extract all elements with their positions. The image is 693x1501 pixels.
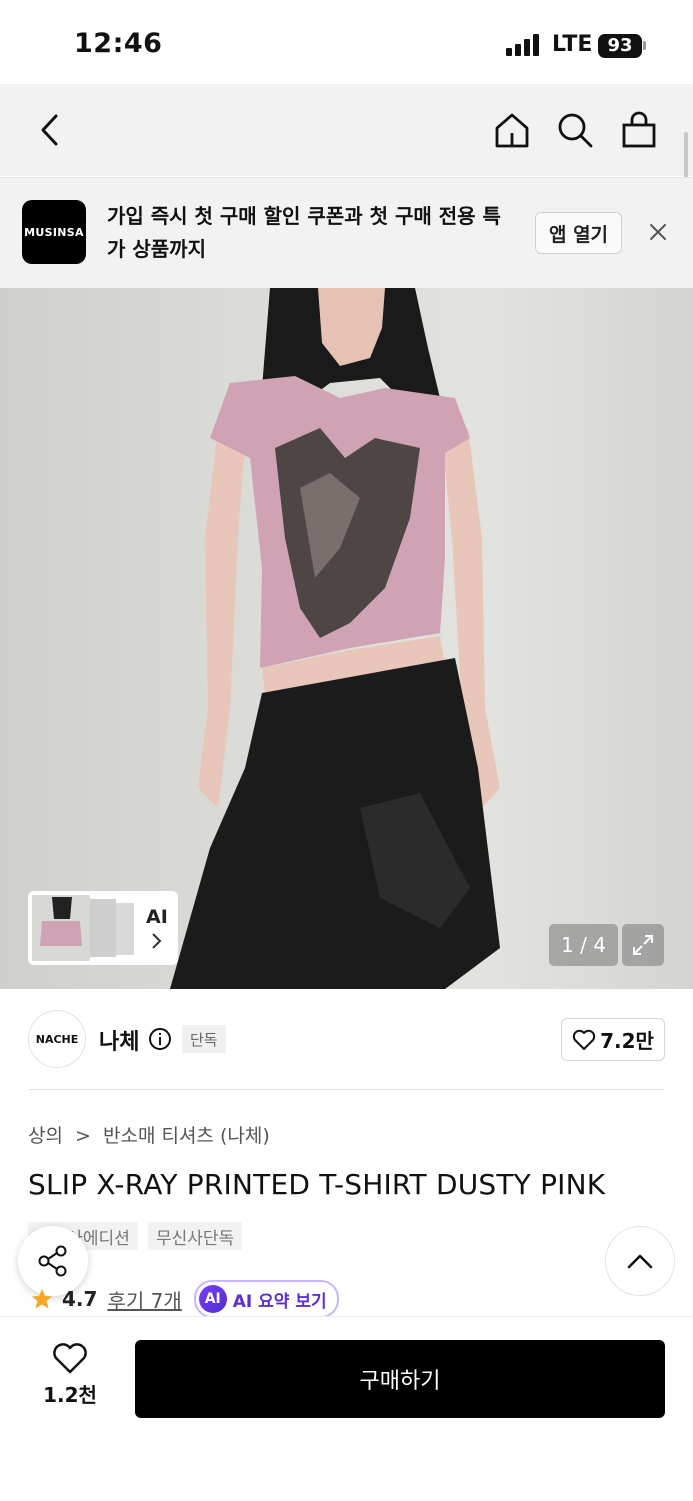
brand-like-count: 7.2만 <box>600 1029 654 1053</box>
breadcrumb-separator: > <box>75 1125 91 1147</box>
banner-close-button[interactable] <box>644 218 672 246</box>
open-app-button[interactable]: 앱 열기 <box>535 212 622 254</box>
shopping-bag-icon <box>622 111 656 148</box>
search-icon <box>558 113 593 148</box>
banner-message: 가입 즉시 첫 구매 할인 쿠폰과 첫 구매 전용 특가 상품까지 <box>107 204 501 261</box>
ai-summary-label: AI 요약 보기 <box>232 1291 327 1312</box>
exclusive-badge: 단독 <box>182 1025 226 1053</box>
expand-button[interactable] <box>622 924 664 966</box>
musinsa-logo: MUSINSA <box>22 200 86 264</box>
share-icon <box>38 1245 67 1277</box>
search-button[interactable] <box>553 108 597 152</box>
signal-icon <box>506 34 539 56</box>
wishlist-count: 1.2천 <box>43 1383 97 1407</box>
status-time: 12:46 <box>74 28 163 59</box>
ai-summary-button[interactable]: AI AI 요약 보기 <box>193 1280 339 1318</box>
ai-thumbnail-card[interactable] <box>28 891 178 965</box>
brand-name[interactable]: 나체 <box>99 1024 139 1056</box>
rating-value: 4.7 <box>62 1287 98 1311</box>
product-title: SLIP X-RAY PRINTED T-SHIRT DUSTY PINK <box>28 1168 606 1201</box>
thumbnail-ai-label: AI <box>146 906 168 928</box>
rating-row: 4.7 후기 7개 AI AI 요약 보기 <box>30 1280 339 1318</box>
tag-musinsa-exclusive: 무신사단독 <box>148 1222 243 1250</box>
info-icon[interactable] <box>148 1027 172 1051</box>
star-icon <box>32 1289 52 1309</box>
breadcrumb-subcategory[interactable]: 반소매 티셔츠 (나체) <box>103 1125 270 1147</box>
heart-icon <box>572 1029 596 1050</box>
divider <box>28 1089 664 1090</box>
expand-icon <box>633 935 653 955</box>
home-button[interactable] <box>490 108 534 152</box>
back-arrow-icon <box>41 114 58 146</box>
heart-outline-icon <box>53 1343 87 1374</box>
thumbnail-images <box>32 895 134 961</box>
battery-tip <box>643 41 646 50</box>
chevron-up-icon <box>627 1254 653 1269</box>
brand-logo[interactable]: NACHE <box>28 1010 86 1068</box>
buy-button[interactable]: 구매하기 <box>135 1340 665 1418</box>
breadcrumb: 상의 > 반소매 티셔츠 (나체) <box>28 1121 270 1148</box>
network-type: LTE <box>552 32 593 57</box>
brand-like-button[interactable]: 7.2만 <box>561 1018 665 1061</box>
image-counter: 1 / 4 <box>549 924 618 966</box>
close-icon <box>650 224 666 240</box>
battery-icon: 93 <box>598 34 642 58</box>
chevron-right-icon <box>152 933 162 949</box>
home-icon <box>495 113 529 148</box>
scroll-top-button[interactable] <box>605 1226 675 1296</box>
wishlist-button[interactable]: 1.2천 <box>40 1343 100 1408</box>
model-photo <box>170 288 500 989</box>
cart-button[interactable] <box>617 108 661 152</box>
review-count-link[interactable]: 후기 7개 <box>107 1285 181 1314</box>
ai-badge-icon: AI <box>198 1285 227 1313</box>
breadcrumb-category[interactable]: 상의 <box>28 1125 63 1147</box>
product-image[interactable] <box>0 288 693 989</box>
back-button[interactable] <box>28 108 72 152</box>
